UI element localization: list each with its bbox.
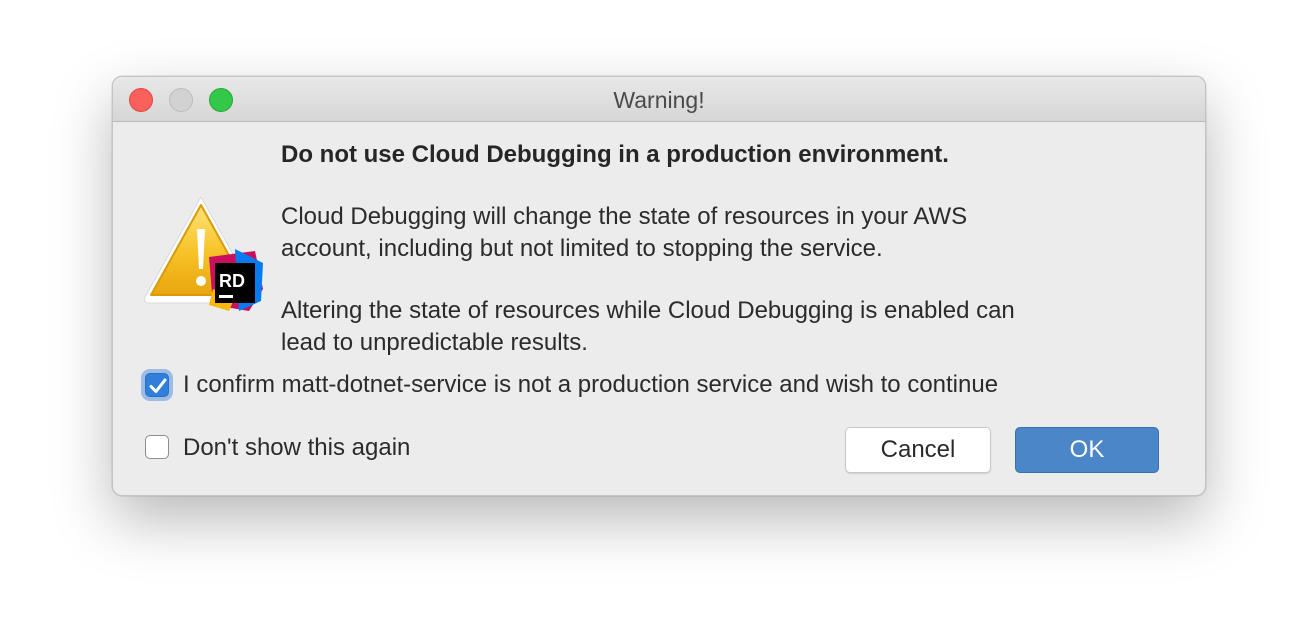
cancel-button[interactable]: Cancel	[845, 427, 991, 473]
dont-show-again-checkbox[interactable]	[145, 435, 169, 459]
window-title: Warning!	[613, 87, 705, 113]
paragraph-1-line-1: Cloud Debugging will change the state of…	[281, 203, 968, 230]
paragraph-1-line-2: account, including but not limited to st…	[281, 235, 883, 262]
dont-show-again-label[interactable]: Don't show this again	[183, 434, 410, 462]
paragraph-2-line-1: Altering the state of resources while Cl…	[281, 297, 1015, 324]
rider-badge-text: RD	[219, 271, 245, 291]
warning-dialog: Warning! RD Do not use Cloud Debugging i…	[112, 76, 1206, 496]
title-bar[interactable]: Warning!	[113, 77, 1205, 122]
warning-paragraph-2: Altering the state of resources while Cl…	[281, 295, 1015, 359]
confirm-checkbox-label[interactable]: I confirm matt-dotnet-service is not a p…	[183, 371, 998, 399]
ok-button[interactable]: OK	[1015, 427, 1159, 473]
confirm-checkbox[interactable]	[145, 373, 169, 397]
warning-paragraph-1: Cloud Debugging will change the state of…	[281, 201, 967, 265]
warning-rider-icon: RD	[139, 193, 267, 313]
checkmark-icon	[149, 378, 167, 393]
dialog-heading: Do not use Cloud Debugging in a producti…	[281, 141, 949, 168]
paragraph-2-line-2: lead to unpredictable results.	[281, 329, 588, 356]
